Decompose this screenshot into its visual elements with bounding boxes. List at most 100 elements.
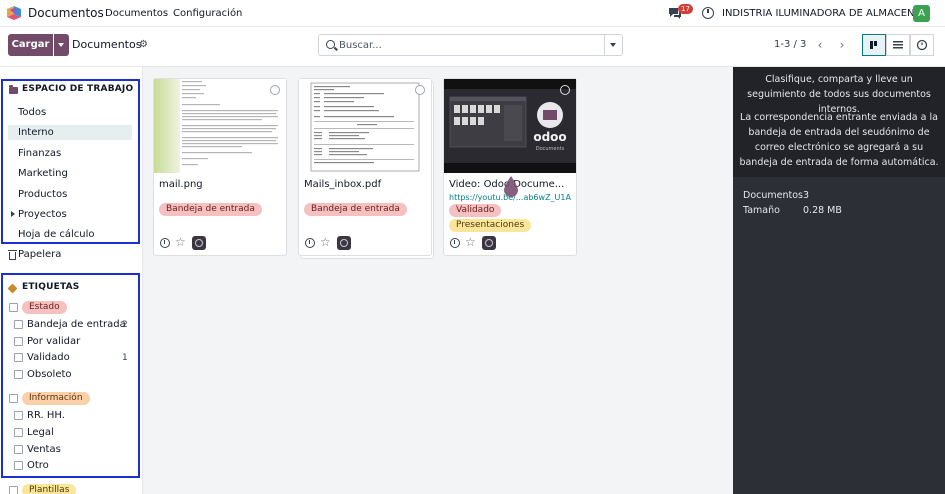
pager-previous-button[interactable]: ‹ [810,34,830,56]
top-navbar: Documentos Documentos Configuración 17 I… [0,0,945,27]
select-radio[interactable] [560,85,570,95]
tag-checkbox[interactable] [14,411,23,420]
activity-clock-icon[interactable] [450,238,460,248]
owner-avatar-icon[interactable] [482,236,496,250]
tag-label[interactable]: Validado [27,352,70,363]
tag-checkbox[interactable] [14,370,23,379]
gear-icon[interactable]: ⚙ [139,39,148,50]
select-radio[interactable] [270,85,280,95]
video-preview-icon: odoo Documents [444,79,576,173]
workspace-item-proyectos[interactable]: Proyectos [8,207,132,222]
kanban-view-button[interactable] [862,34,886,56]
caret-right-icon[interactable] [11,211,15,217]
activity-view-button[interactable] [910,34,934,56]
upload-button[interactable]: Cargar [8,34,53,56]
tag-label[interactable]: Bandeja de entrada [27,319,126,330]
select-radio[interactable] [415,85,425,95]
app-name[interactable]: Documentos [28,6,104,20]
breadcrumb-title: Documentos [72,38,142,51]
search-input[interactable] [339,38,599,52]
svg-text:odoo: odoo [533,130,566,144]
document-tag: Bandeja de entrada [159,203,262,216]
image-preview-icon [154,79,286,173]
menu-configuracion[interactable]: Configuración [173,8,242,19]
tags-section-title: ETIQUETAS [22,282,80,292]
tag-label[interactable]: Ventas [27,444,61,455]
tag-group-plantillas[interactable]: Plantillas [22,484,77,494]
stat-label: Tamaño [743,205,780,216]
company-switcher[interactable]: INDISTRIA ILUMINADORA DE ALMACENES [722,8,927,19]
stat-value: 3 [803,190,810,201]
tag-group-checkbox[interactable] [9,394,18,403]
info-help-section: Clasifique, comparta y lleve un seguimie… [733,67,945,177]
drop-cursor-icon [504,176,518,197]
stat-value: 0.28 MB [803,205,842,216]
tag-group-informacion[interactable]: Información [22,392,90,405]
tag-count: 1 [122,353,128,363]
workspace-item-interno[interactable]: Interno [8,125,132,140]
control-panel: Cargar Documentos ⚙ 1-3 / 3 ‹ › [0,27,945,67]
workspace-item-finanzas[interactable]: Finanzas [8,146,132,161]
document-tag: Presentaciones [449,219,532,232]
trash-item[interactable]: Papelera [18,249,61,260]
owner-avatar-icon[interactable] [192,236,206,250]
document-thumbnail[interactable]: odoo Documents [444,79,576,173]
owner-avatar-icon[interactable] [337,236,351,250]
activity-clock-icon[interactable] [160,238,170,248]
tag-checkbox[interactable] [14,337,23,346]
sidebar: ESPACIO DE TRABAJO Todos Interno Finanza… [0,67,143,494]
document-card[interactable]: Mails_inbox.pdf Bandeja de entrada ☆ [298,78,432,256]
trash-icon [8,250,17,260]
tag-label[interactable]: Obsoleto [27,369,72,380]
chat-count-badge: 17 [678,4,693,14]
star-icon[interactable]: ☆ [320,235,331,249]
documents-app-icon[interactable] [6,5,22,21]
document-name[interactable]: mail.png [159,179,279,190]
info-panel: Clasifique, comparta y lleve un seguimie… [733,67,945,494]
workspace-item-todos[interactable]: Todos [8,105,132,120]
document-thumbnail[interactable] [154,79,286,173]
document-tag: Validado [449,204,502,217]
tag-group-checkbox[interactable] [9,303,18,312]
star-icon[interactable]: ☆ [175,235,186,249]
upload-dropdown-toggle[interactable] [54,34,69,56]
search-options-toggle[interactable] [604,35,622,55]
tag-group-checkbox[interactable] [9,486,18,494]
workspace-item-marketing[interactable]: Marketing [8,166,132,181]
clock-icon [916,39,928,51]
tag-checkbox[interactable] [14,461,23,470]
tag-label[interactable]: Por validar [27,336,80,347]
activity-clock-icon[interactable] [702,7,714,19]
menu-documentos[interactable]: Documentos [105,8,168,19]
list-icon [893,41,903,49]
user-avatar[interactable]: A [913,5,930,22]
tag-group-estado[interactable]: Estado [22,301,67,314]
document-card[interactable]: odoo Documents Video: Odoo Docume... htt… [443,78,577,256]
document-card[interactable]: mail.png Bandeja de entrada ☆ [153,78,287,256]
star-icon[interactable]: ☆ [465,235,476,249]
document-name[interactable]: Mails_inbox.pdf [304,179,424,190]
document-thumbnail[interactable] [299,79,431,173]
tag-count: 2 [122,320,128,330]
tag-label[interactable]: Legal [27,427,54,438]
kanban-icon [870,41,877,49]
stat-label: Documentos [743,190,803,201]
pager-value[interactable]: 1-3 / 3 [774,39,806,50]
search-icon[interactable] [326,40,335,49]
pdf-preview-icon [299,79,431,173]
pager-next-button[interactable]: › [832,34,852,56]
workspace-item-hoja-de-calculo[interactable]: Hoja de cálculo [8,227,132,242]
document-tag: Bandeja de entrada [304,203,407,216]
tag-checkbox[interactable] [14,428,23,437]
workspace-section-title: ESPACIO DE TRABAJO [22,84,134,94]
tag-checkbox[interactable] [14,320,23,329]
workspace-item-productos[interactable]: Productos [8,187,132,202]
documents-kanban: mail.png Bandeja de entrada ☆ Mails_inbo… [143,67,733,494]
tag-label[interactable]: Otro [27,460,49,471]
tag-checkbox[interactable] [14,445,23,454]
info-inbox-text: La correspondencia entrante enviada a la… [739,112,939,168]
list-view-button[interactable] [886,34,910,56]
activity-clock-icon[interactable] [305,238,315,248]
tag-checkbox[interactable] [14,353,23,362]
tag-label[interactable]: RR. HH. [27,410,65,421]
